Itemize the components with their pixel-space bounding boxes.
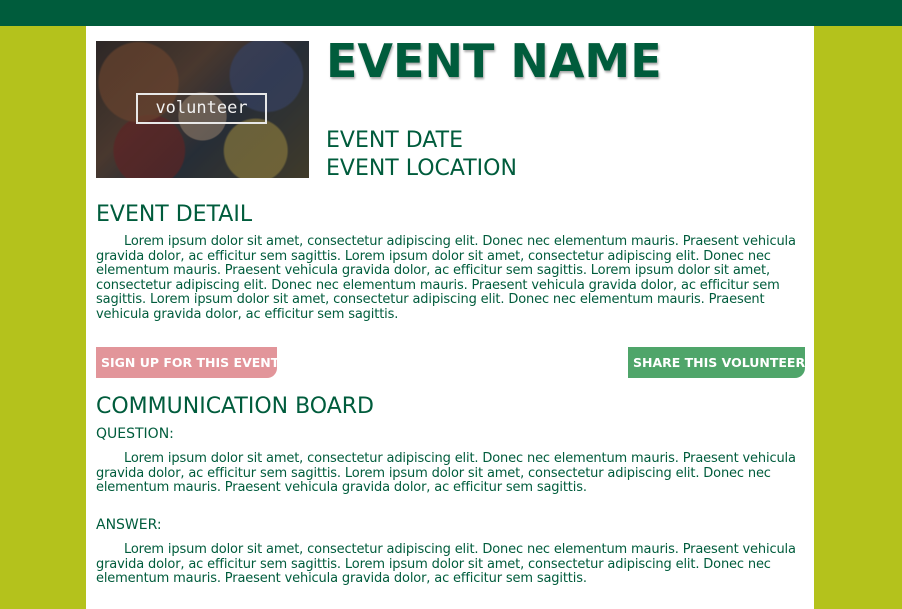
event-panel: volunteer EVENT NAME EVENT DATE EVENT LO… (86, 26, 814, 609)
event-image: volunteer (96, 41, 309, 178)
question-text: Lorem ipsum dolor sit amet, consectetur … (96, 451, 796, 495)
share-button[interactable]: SHARE THIS VOLUNTEER (628, 347, 805, 378)
event-name: EVENT NAME (326, 34, 662, 88)
answer-text: Lorem ipsum dolor sit amet, consectetur … (96, 542, 796, 586)
event-image-label: volunteer (136, 93, 267, 124)
communication-board-heading: COMMUNICATION BOARD (96, 394, 374, 419)
top-bar (0, 0, 902, 26)
question-label: QUESTION: (96, 426, 174, 442)
event-detail-text: Lorem ipsum dolor sit amet, consectetur … (96, 234, 796, 322)
answer-label: ANSWER: (96, 517, 162, 533)
sign-up-button[interactable]: SIGN UP FOR THIS EVENT (96, 347, 279, 378)
event-detail-heading: EVENT DETAIL (96, 202, 253, 227)
event-location: EVENT LOCATION (326, 156, 517, 181)
event-date: EVENT DATE (326, 128, 463, 153)
